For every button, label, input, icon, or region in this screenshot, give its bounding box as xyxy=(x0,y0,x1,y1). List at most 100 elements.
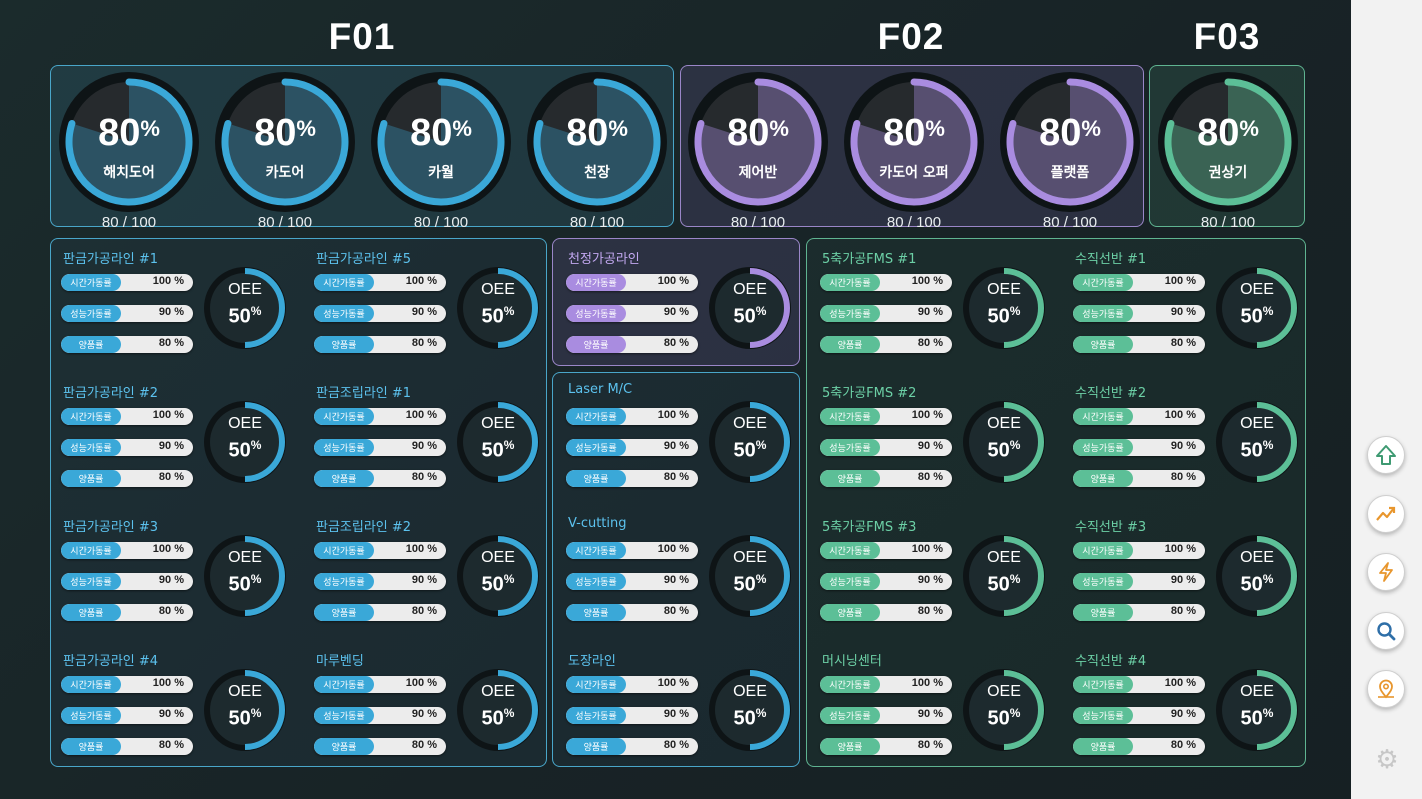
line-title: 천정가공라인 xyxy=(568,252,640,267)
metric-bar: 시간가동률 100 % xyxy=(566,676,698,693)
gauge-7: 80% 플랫폼 80 / 100 xyxy=(998,70,1142,231)
line-card[interactable]: Laser M/C 시간가동률 100 % 성능가동률 90 % 양품률 80 % OEE 50… xyxy=(566,382,808,507)
line-card[interactable]: 수직선반 #4 시간가동률 100 % 성능가동률 90 % 양품률 80 % OEE 50% xyxy=(1073,650,1315,775)
line-card[interactable]: 판금조립라인 #2 시간가동률 100 % 성능가동률 90 % 양품률 80 % OEE 50… xyxy=(314,516,556,641)
oee-label: OEE xyxy=(733,549,767,566)
metric-bar: 양품률 80 % xyxy=(820,470,952,487)
metric-bar: 시간가동률 100 % xyxy=(820,542,952,559)
oee-gauge: OEE 50% xyxy=(1215,668,1299,752)
line-card[interactable]: 도장라인 시간가동률 100 % 성능가동률 90 % 양품률 80 % OEE 50% xyxy=(566,650,808,775)
gauge-6: 80% 카도어 오퍼 80 / 100 xyxy=(842,70,986,231)
metric-label: 양품률 xyxy=(331,609,357,619)
line-title: 판금가공라인 #2 xyxy=(63,386,159,401)
metric-value: 100 % xyxy=(1164,275,1196,287)
metric-label: 양품률 xyxy=(837,743,863,753)
line-title: Laser M/C xyxy=(568,382,633,397)
metric-bar: 양품률 80 % xyxy=(61,604,193,621)
line-card[interactable]: 판금가공라인 #3 시간가동률 100 % 성능가동률 90 % 양품률 80 % OEE 50… xyxy=(61,516,303,641)
metric-bar: 성능가동률 90 % xyxy=(61,707,193,724)
metric-bar: 양품률 80 % xyxy=(1073,336,1205,353)
oee-value: 50% xyxy=(228,572,262,596)
metric-bar: 성능가동률 90 % xyxy=(1073,707,1205,724)
metric-bar: 시간가동률 100 % xyxy=(61,676,193,693)
oee-gauge: OEE 50% xyxy=(962,668,1046,752)
metric-value: 90 % xyxy=(411,574,437,586)
line-card[interactable]: 판금가공라인 #2 시간가동률 100 % 성능가동률 90 % 양품률 80 % OEE 50… xyxy=(61,382,303,507)
oee-value: 50% xyxy=(481,706,515,730)
line-title: 마루벤딩 xyxy=(316,654,364,669)
home-upload-button[interactable] xyxy=(1367,436,1405,474)
line-card[interactable]: 머시닝센터 시간가동률 100 % 성능가동률 90 % 양품률 80 % OEE 50% xyxy=(820,650,1062,775)
metric-value: 100 % xyxy=(152,409,184,421)
location-button[interactable] xyxy=(1367,670,1405,708)
gauge-percent: 80% xyxy=(525,112,669,155)
metric-bar: 양품률 80 % xyxy=(314,604,446,621)
metric-value: 80 % xyxy=(1170,605,1196,617)
gauge-name: 카도어 xyxy=(265,165,305,181)
search-button[interactable] xyxy=(1367,612,1405,650)
metric-value: 100 % xyxy=(405,543,437,555)
line-card[interactable]: 수직선반 #1 시간가동률 100 % 성능가동률 90 % 양품률 80 % OEE 50% xyxy=(1073,248,1315,373)
metric-label: 성능가동률 xyxy=(1082,444,1124,454)
oee-value: 50% xyxy=(733,438,767,462)
line-title: 판금가공라인 #3 xyxy=(63,520,159,535)
line-card[interactable]: 마루벤딩 시간가동률 100 % 성능가동률 90 % 양품률 80 % OEE 50% xyxy=(314,650,556,775)
metric-bar: 시간가동률 100 % xyxy=(566,542,698,559)
metric-bar: 양품률 80 % xyxy=(1073,738,1205,755)
line-card[interactable]: 판금가공라인 #1 시간가동률 100 % 성능가동률 90 % 양품률 80 % OEE 50… xyxy=(61,248,303,373)
oee-label: OEE xyxy=(733,281,767,298)
metric-label: 양품률 xyxy=(78,743,104,753)
metric-bar: 시간가동률 100 % xyxy=(314,676,446,693)
metric-bar: 양품률 80 % xyxy=(314,336,446,353)
right-sidebar: ⚙ xyxy=(1351,0,1422,799)
gear-icon[interactable]: ⚙ xyxy=(1373,746,1401,774)
line-card[interactable]: 5축가공FMS #2 시간가동률 100 % 성능가동률 90 % 양품률 80 % OEE 5… xyxy=(820,382,1062,507)
gauge-percent-value: 80 xyxy=(410,112,453,154)
gauge-count: 80 / 100 xyxy=(257,214,313,231)
metric-value: 100 % xyxy=(152,275,184,287)
oee-label: OEE xyxy=(1240,549,1274,566)
metric-value: 90 % xyxy=(411,440,437,452)
metric-bar: 양품률 80 % xyxy=(566,738,698,755)
metric-bar: 시간가동률 100 % xyxy=(820,274,952,291)
line-card[interactable]: 5축가공FMS #3 시간가동률 100 % 성능가동률 90 % 양품률 80 % OEE 5… xyxy=(820,516,1062,641)
metric-bar: 시간가동률 100 % xyxy=(566,274,698,291)
gauge-percent-unit: % xyxy=(1081,116,1101,141)
metric-value: 80 % xyxy=(158,739,184,751)
oee-value: 50% xyxy=(987,438,1021,462)
metric-bar: 양품률 80 % xyxy=(314,470,446,487)
metric-label: 성능가동률 xyxy=(575,578,617,588)
oee-label: OEE xyxy=(228,415,262,432)
oee-gauge: OEE 50% xyxy=(1215,266,1299,350)
line-card[interactable]: 5축가공FMS #1 시간가동률 100 % 성능가동률 90 % 양품률 80 % OEE 5… xyxy=(820,248,1062,373)
oee-value: 50% xyxy=(733,706,767,730)
metric-label: 시간가동률 xyxy=(323,279,365,289)
factory-title-f03: F03 xyxy=(1193,16,1261,57)
energy-button[interactable] xyxy=(1367,553,1405,591)
metric-bar: 성능가동률 90 % xyxy=(61,305,193,322)
gauge-1: 80% 해치도어 80 / 100 xyxy=(57,70,201,231)
line-card[interactable]: 판금가공라인 #5 시간가동률 100 % 성능가동률 90 % 양품률 80 % OEE 50… xyxy=(314,248,556,373)
oee-label: OEE xyxy=(481,549,515,566)
line-title: 판금가공라인 #5 xyxy=(316,252,412,267)
metric-value: 90 % xyxy=(1170,708,1196,720)
line-card[interactable]: 판금조립라인 #1 시간가동률 100 % 성능가동률 90 % 양품률 80 % OEE 50… xyxy=(314,382,556,507)
line-card[interactable]: 천정가공라인 시간가동률 100 % 성능가동률 90 % 양품률 80 % OEE 50% xyxy=(566,248,808,373)
line-card[interactable]: V-cutting 시간가동률 100 % 성능가동률 90 % 양품률 80 % OEE 50… xyxy=(566,516,808,641)
oee-value: 50% xyxy=(987,572,1021,596)
line-card[interactable]: 수직선반 #2 시간가동률 100 % 성능가동률 90 % 양품률 80 % OEE 50% xyxy=(1073,382,1315,507)
metric-value: 100 % xyxy=(152,677,184,689)
gauge-percent-value: 80 xyxy=(1039,112,1082,154)
metric-bar: 양품률 80 % xyxy=(566,470,698,487)
oee-value: 50% xyxy=(987,706,1021,730)
line-card[interactable]: 수직선반 #3 시간가동률 100 % 성능가동률 90 % 양품률 80 % OEE 50% xyxy=(1073,516,1315,641)
metric-bar: 시간가동률 100 % xyxy=(314,408,446,425)
line-card[interactable]: 판금가공라인 #4 시간가동률 100 % 성능가동률 90 % 양품률 80 % OEE 50… xyxy=(61,650,303,775)
line-title: 5축가공FMS #2 xyxy=(822,386,917,401)
metric-label: 성능가동률 xyxy=(575,712,617,722)
metric-value: 90 % xyxy=(1170,574,1196,586)
trend-chart-icon xyxy=(1376,506,1396,521)
trend-button[interactable] xyxy=(1367,495,1405,533)
oee-gauge: OEE 50% xyxy=(456,266,540,350)
metric-value: 90 % xyxy=(158,306,184,318)
